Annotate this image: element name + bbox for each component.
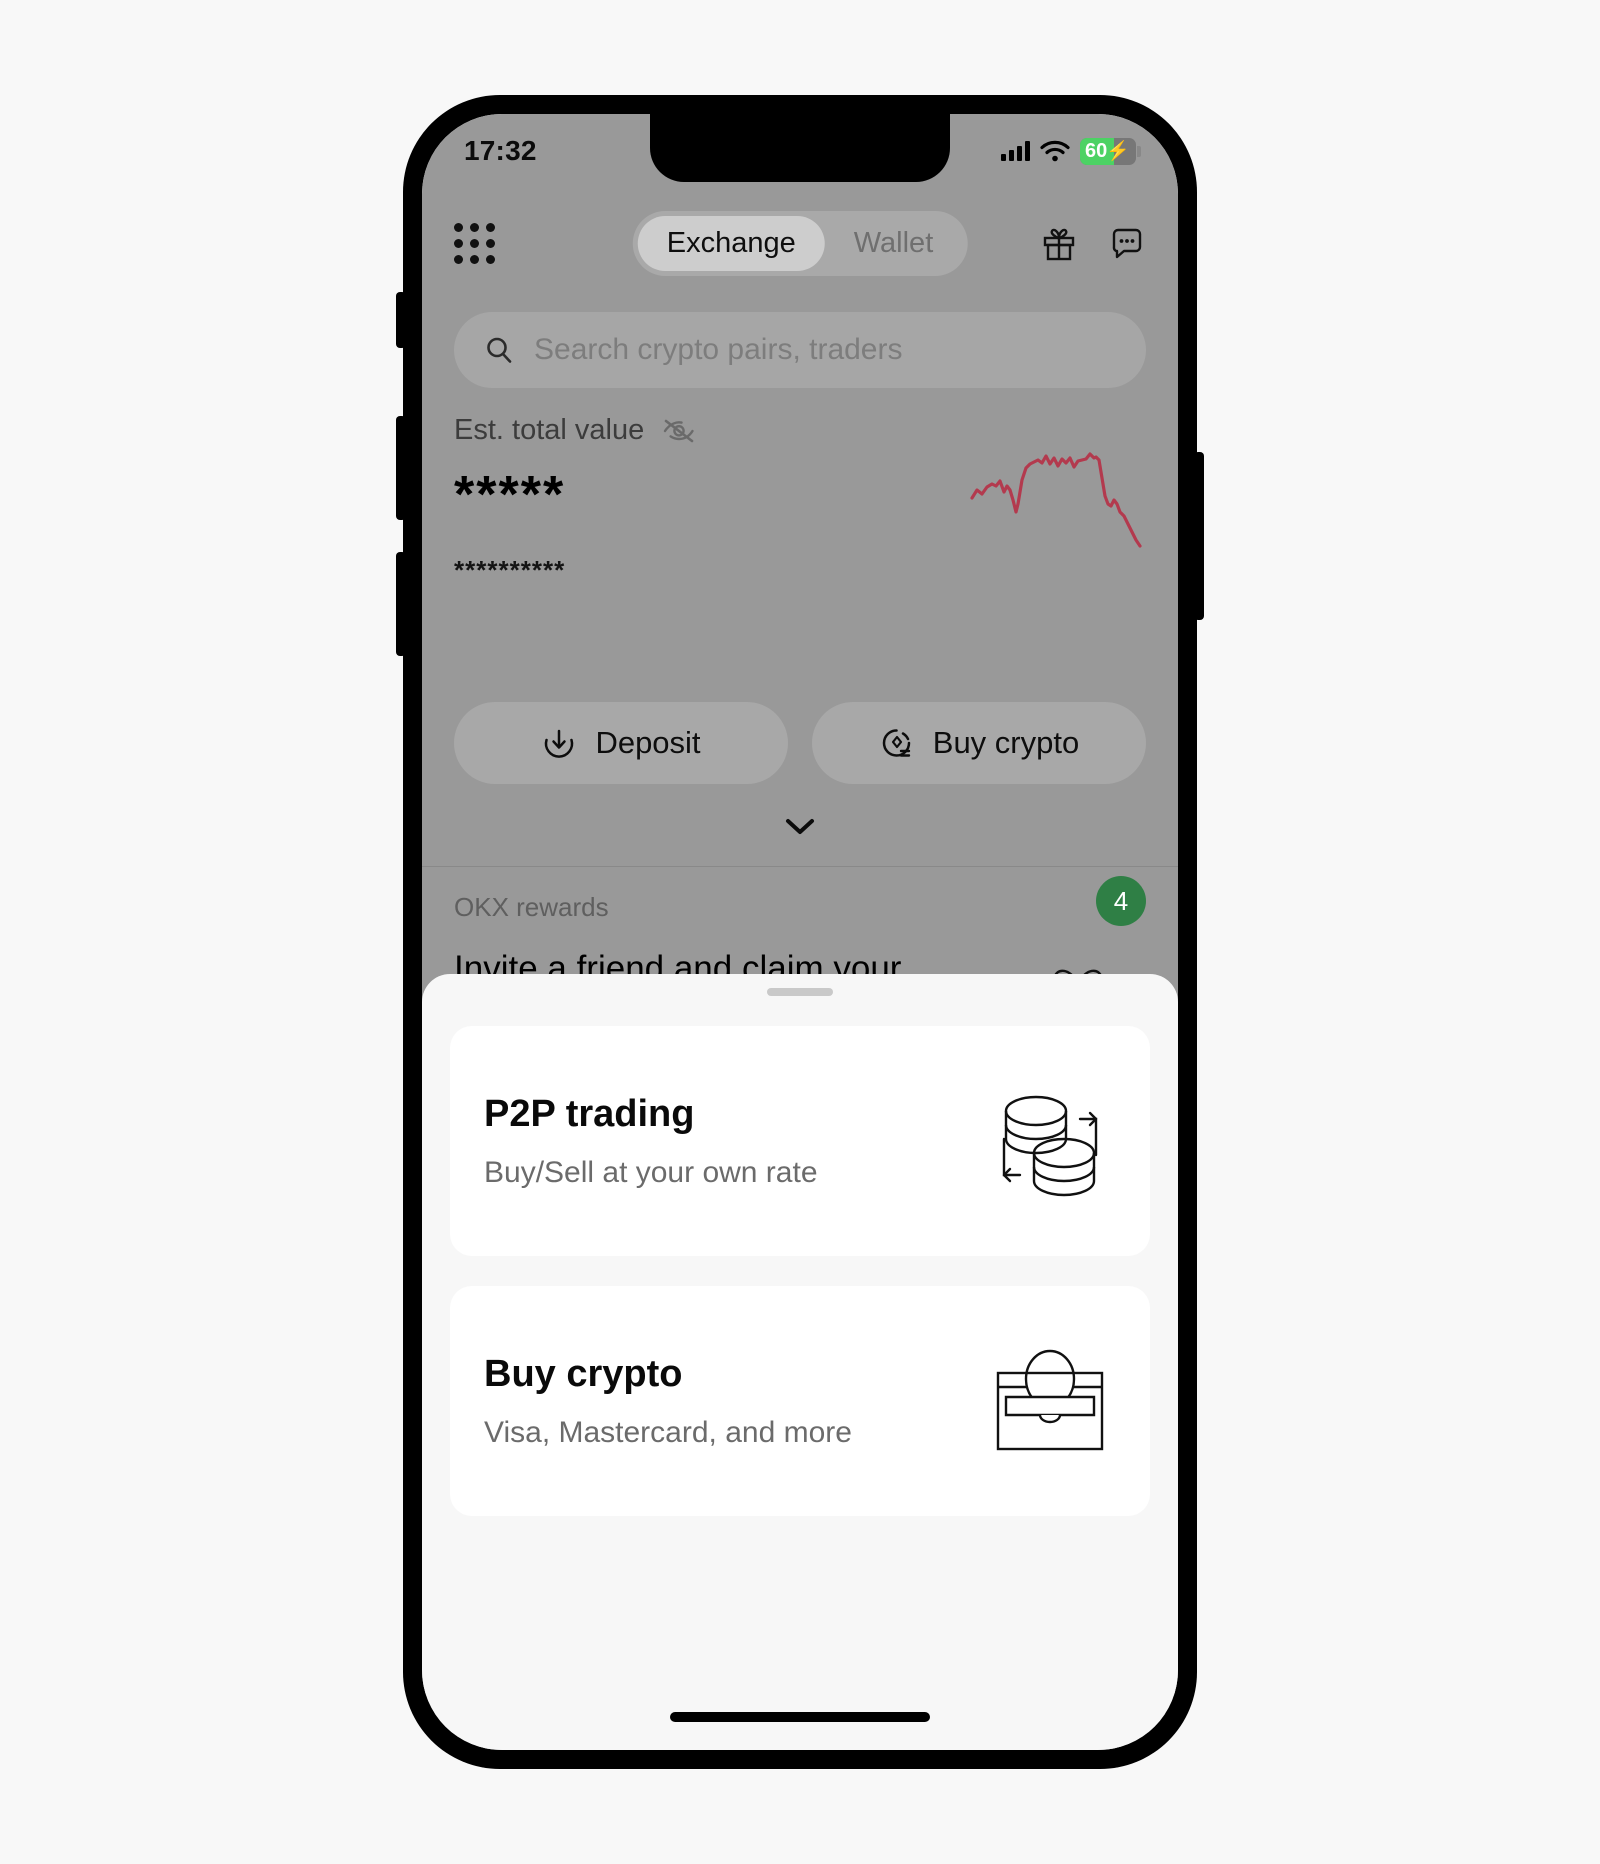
rewards-label: OKX rewards [454,892,609,922]
balance-label: Est. total value [454,414,645,446]
tab-exchange[interactable]: Exchange [637,215,825,271]
p2p-trading-title: P2P trading [484,1092,695,1135]
bottom-sheet: P2P trading Buy/Sell at your own rate Bu… [422,974,1178,1750]
app-grid-icon[interactable] [454,222,495,264]
quick-actions-row: Deposit Buy crypto [454,702,1146,784]
tab-wallet[interactable]: Wallet [825,216,963,271]
phone-frame: 17:32 60 ⚡ Exchange Wallet Search crypto… [396,96,1204,1768]
deposit-button[interactable]: Deposit [454,702,788,784]
volume-up-button[interactable] [396,416,406,520]
chevron-down-icon [786,819,814,834]
home-indicator [670,1712,930,1722]
p2p-trading-subtitle: Buy/Sell at your own rate [484,1155,818,1189]
search-icon [487,337,512,363]
coin-stacks-exchange-icon [1002,1095,1098,1197]
power-button[interactable] [1194,452,1204,620]
buy-crypto-card-subtitle: Visa, Mastercard, and more [484,1415,852,1449]
silent-switch-button[interactable] [396,292,406,348]
status-time: 17:32 [464,135,537,166]
balance-block: Est. total value ***** ********** [454,414,1146,586]
exchange-wallet-segmented-control[interactable]: Exchange Wallet [632,210,968,276]
deposit-arrow-down-circle-icon [545,729,574,758]
status-indicators: 60 ⚡ [1001,137,1141,165]
search-bar[interactable]: Search crypto pairs, traders [454,312,1146,388]
volume-down-button[interactable] [396,552,406,656]
buy-crypto-label: Buy crypto [932,725,1080,760]
header-actions [1040,224,1146,262]
search-input[interactable]: Search crypto pairs, traders [534,333,902,367]
buy-crypto-card-title: Buy crypto [484,1352,683,1395]
wifi-icon [1040,140,1070,162]
buy-crypto-button[interactable]: Buy crypto [812,702,1146,784]
collapse-chevron-button[interactable] [780,814,820,843]
battery-indicator: 60 ⚡ [1080,137,1141,165]
rewards-badge-count: 4 [1096,876,1146,926]
battery-charging-icon: ⚡ [1106,141,1130,162]
sheet-grabber-handle[interactable] [767,988,833,996]
buy-crypto-card[interactable]: Buy crypto Visa, Mastercard, and more [450,1286,1150,1516]
battery-percent: 60 [1085,140,1108,162]
eye-off-icon[interactable] [662,418,696,444]
masked-secondary-value: ********** [454,555,566,585]
buy-crypto-diamond-circle-icon [882,729,911,757]
app-header: Exchange Wallet [422,206,1178,280]
p2p-trading-card[interactable]: P2P trading Buy/Sell at your own rate [450,1026,1150,1256]
balance-sparkline-chart [970,452,1142,548]
screenshot-stage: 17:32 60 ⚡ Exchange Wallet Search crypto… [0,0,1600,1864]
deposit-label: Deposit [595,725,701,760]
credit-card-coin-icon [996,1349,1104,1451]
cellular-signal-icon [1001,141,1030,161]
gift-icon[interactable] [1040,224,1078,262]
chat-bubble-icon[interactable] [1108,224,1146,262]
section-divider [422,866,1178,867]
buy-crypto-text: Buy crypto Visa, Mastercard, and more [484,1353,852,1450]
phone-screen: 17:32 60 ⚡ Exchange Wallet Search crypto… [422,114,1178,1750]
notch [650,114,950,182]
p2p-trading-text: P2P trading Buy/Sell at your own rate [484,1093,818,1190]
